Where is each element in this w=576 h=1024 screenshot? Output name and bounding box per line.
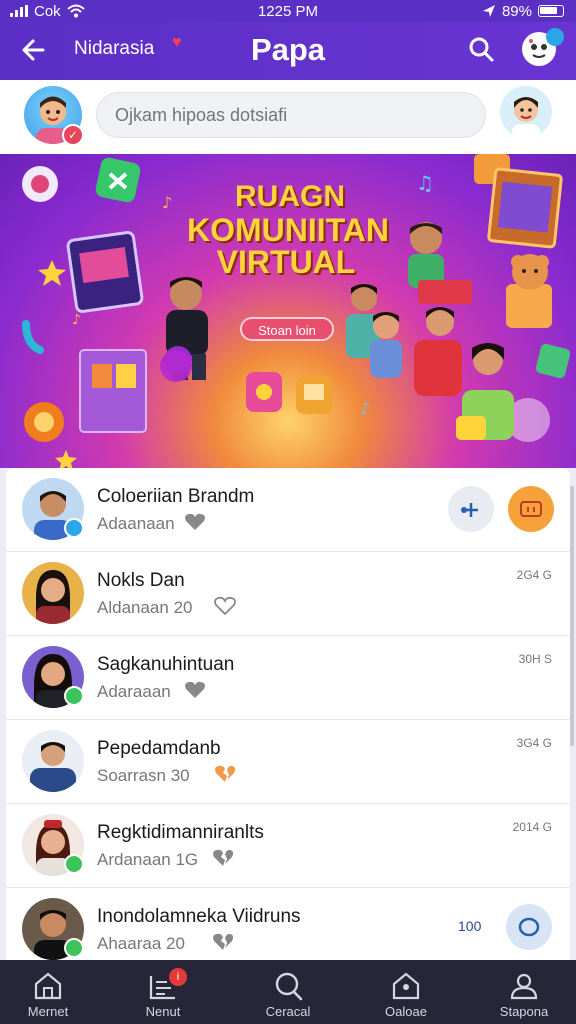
contact-name: Inondolamneka Viidruns <box>97 906 301 927</box>
broken-heart-icon <box>213 933 234 950</box>
search-button[interactable] <box>466 34 498 66</box>
nav-label: Nenut <box>145 1004 181 1019</box>
contact-subtitle: Aldanaan 20 <box>97 598 193 617</box>
profile-icon <box>510 973 538 1000</box>
search-icon <box>469 37 494 62</box>
nav-label: Stapona <box>499 1004 549 1019</box>
chat-button[interactable] <box>506 904 552 950</box>
contact-name: Coloeriian Brandm <box>97 486 255 507</box>
battery-icon <box>538 5 564 17</box>
verified-badge-icon <box>64 518 84 538</box>
battery-percent: 89% <box>501 2 532 20</box>
nav-label: Oaloae <box>385 1004 427 1019</box>
nav-community[interactable]: Oaloae <box>358 960 454 1024</box>
community-icon <box>392 972 420 1000</box>
message-button[interactable] <box>508 486 554 532</box>
status-bar: Cok 1225 PM 89% <box>0 0 576 22</box>
location-icon <box>482 5 495 17</box>
contact-name: Regktidimanniranlts <box>97 822 264 843</box>
nav-label: Mernet <box>27 1004 69 1019</box>
contact-subtitle: Adaraaan <box>97 682 171 701</box>
contact-subtitle: Soarrasn 30 <box>97 766 190 785</box>
timestamp: 2014 G <box>512 820 552 834</box>
banner-title-line-3: VIRTUAL <box>216 244 356 280</box>
search-icon <box>275 972 303 1001</box>
list-item[interactable]: Regktidimanniranlts Ardanaan 1G 2014 G <box>6 804 570 888</box>
post-input[interactable] <box>96 92 486 138</box>
check-badge-icon: ✓ <box>62 124 84 146</box>
reaction-count: 100 <box>458 918 482 934</box>
heart-icon <box>185 681 205 698</box>
contact-list: Coloeriian Brandm Adaanaan Nokls Dan Ald… <box>6 468 570 960</box>
list-item[interactable]: Pepedamdanb Soarrasn 30 3G4 G <box>6 720 570 804</box>
online-status-icon <box>64 938 84 958</box>
home-icon <box>34 972 62 1000</box>
list-item[interactable]: Nokls Dan Aldanaan 20 2G4 G <box>6 552 570 636</box>
chat-bubble-icon <box>518 917 540 937</box>
contact-name: Nokls Dan <box>97 570 185 591</box>
heart-icon <box>185 513 205 530</box>
chat-icon <box>520 501 542 517</box>
notification-badge <box>546 28 564 46</box>
online-status-icon <box>64 686 84 706</box>
composer-row: ✓ <box>0 80 576 154</box>
timestamp: 30H S <box>518 652 552 666</box>
avatar <box>22 562 84 624</box>
nav-home[interactable]: Mernet <box>0 960 96 1024</box>
list-item[interactable]: Sagkanuhintuan Adaraaan 30H S <box>6 636 570 720</box>
heart-outline-icon <box>214 596 236 616</box>
contact-name: Sagkanuhintuan <box>97 654 235 675</box>
nav-badge: i <box>169 968 187 986</box>
svg-text:♪: ♪ <box>360 399 370 418</box>
svg-text:♪: ♪ <box>72 312 81 328</box>
friend-avatar[interactable] <box>500 86 552 138</box>
community-banner[interactable]: ♫ ♪ ♪ ♪ RUAGN KOMUNIITAN VIRTUAL Stoan l… <box>0 154 576 468</box>
online-status-icon <box>64 854 84 874</box>
nav-label: Ceracal <box>265 1004 311 1019</box>
child-avatar-icon <box>512 97 540 138</box>
broken-heart-icon <box>213 849 234 866</box>
banner-join-button[interactable]: Stoan loin <box>240 317 334 341</box>
nav-search[interactable]: Ceracal <box>240 960 336 1024</box>
banner-title-line-1: RUAGN <box>235 180 345 213</box>
share-icon <box>461 503 478 517</box>
contact-subtitle: Adaanaan <box>97 514 175 533</box>
list-item[interactable]: Inondolamneka Viidruns Ahaaraa 20 100 <box>6 888 570 960</box>
contact-subtitle: Ahaaraa 20 <box>97 934 185 953</box>
share-button[interactable] <box>448 486 494 532</box>
avatar <box>22 730 84 792</box>
nav-feed[interactable]: i Nenut <box>115 960 211 1024</box>
scrollbar[interactable] <box>570 486 574 746</box>
contact-subtitle: Ardanaan 1G <box>97 850 199 869</box>
list-item[interactable]: Coloeriian Brandm Adaanaan <box>6 468 570 552</box>
timestamp: 3G4 G <box>516 736 552 750</box>
timestamp: 2G4 G <box>516 568 552 582</box>
app-bar: Nidarasia ♥ Papa <box>0 22 576 80</box>
bottom-navigation: Mernet i Nenut Ceracal Oaloae Stapona <box>0 960 576 1024</box>
broken-heart-icon <box>215 765 236 782</box>
nav-profile[interactable]: Stapona <box>476 960 572 1024</box>
contact-name: Pepedamdanb <box>97 738 221 759</box>
